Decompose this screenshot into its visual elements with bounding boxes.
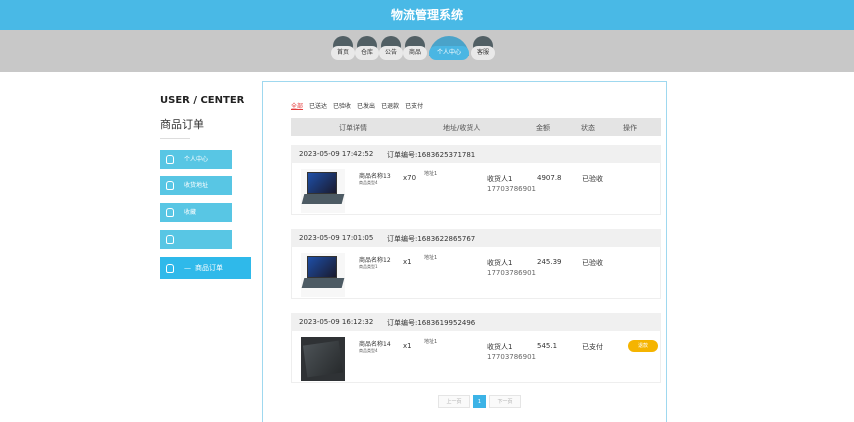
col-status: 状态 [581, 124, 595, 132]
filter-shipped[interactable]: 已发出 [357, 101, 375, 110]
col-order-details: 订单详情 [339, 124, 367, 132]
hand-icon [166, 181, 174, 190]
divider [160, 138, 190, 139]
product-image[interactable] [301, 169, 345, 213]
status-filter-tabs: 全部 已送达 已验收 已发出 已退款 已支付 [291, 101, 423, 110]
order-phone: 17703786901 [487, 185, 536, 193]
order-amount: 545.1 [537, 342, 558, 350]
order-date: 2023-05-09 16:12:32 [299, 318, 374, 326]
order-body: 商品名称13 商品类型4 x70 地址1 收货人1 17703786901 49… [291, 163, 661, 215]
sidebar-item-unknown[interactable]: 收藏 [160, 230, 232, 249]
nav-bar: 首页 仓库 公告 商品 个人中心 客服 [0, 30, 854, 72]
col-action: 操作 [623, 124, 637, 132]
order-status: 已支付 [582, 343, 603, 351]
nav-label: 公告 [379, 46, 403, 60]
nav-label: 仓库 [355, 46, 379, 60]
order-header: 2023-05-09 17:42:52 订单编号:1683625371781 [291, 145, 661, 163]
product-name[interactable]: 商品名称12 [359, 255, 391, 264]
product-slab [302, 340, 344, 378]
sidebar-item-label: 收藏 [184, 209, 197, 216]
order-header: 2023-05-09 17:01:05 订单编号:1683622865767 [291, 229, 661, 247]
nav-label: 首页 [331, 46, 355, 60]
product-qty: x70 [403, 174, 417, 182]
filter-delivered[interactable]: 已送达 [309, 101, 327, 110]
product-name[interactable]: 商品名称13 [359, 171, 391, 180]
nav-item-home[interactable]: 首页 [331, 36, 355, 60]
filter-all[interactable]: 全部 [291, 101, 303, 110]
hand-icon [166, 155, 174, 164]
page-subtitle: 商品订单 [160, 118, 204, 131]
sidebar-item-personal-center[interactable]: 个人中心 [160, 150, 232, 169]
nav-item-goods[interactable]: 商品 [403, 36, 427, 60]
laptop-screen [307, 256, 337, 278]
hand-icon [166, 263, 174, 273]
order-header: 2023-05-09 16:12:32 订单编号:1683619952496 [291, 313, 661, 331]
order-status: 已验收 [582, 259, 603, 267]
order-number: 订单编号:1683619952496 [387, 319, 476, 327]
sidebar-item-orders[interactable]: — 商品订单 [160, 257, 251, 279]
order-address: 地址1 [424, 339, 438, 345]
sidebar-item-label: 个人中心 [184, 156, 209, 163]
laptop-base [301, 194, 345, 204]
product-image[interactable] [301, 253, 345, 297]
table-header: 订单详情 地址/收货人 金额 状态 操作 [291, 118, 661, 136]
next-page-button[interactable]: 下一页 [489, 395, 521, 408]
nav-label: 个人中心 [429, 46, 469, 60]
laptop-screen [307, 172, 337, 194]
nav-item-personal-center[interactable]: 个人中心 [429, 36, 469, 60]
nav-menu: 首页 仓库 公告 商品 个人中心 客服 [331, 36, 495, 60]
sidebar-item-address[interactable]: 收货地址 [160, 176, 232, 195]
product-type: 商品类型4 [359, 180, 378, 185]
laptop-base [301, 278, 345, 288]
app-title: 物流管理系统 [0, 0, 854, 30]
col-address-receiver: 地址/收货人 [443, 124, 481, 132]
nav-item-warehouse[interactable]: 仓库 [355, 36, 379, 60]
order-receiver: 收货人1 [487, 175, 513, 183]
product-qty: x1 [403, 342, 412, 350]
refund-label: 退款 [637, 343, 648, 349]
order-address: 地址1 [424, 255, 438, 261]
product-type: 商品类型4 [359, 348, 378, 353]
col-amount: 金额 [536, 124, 550, 132]
hand-icon [166, 208, 174, 217]
nav-item-notice[interactable]: 公告 [379, 36, 403, 60]
order-body: 商品名称14 商品类型4 x1 地址1 收货人1 17703786901 545… [291, 331, 661, 383]
nav-label: 商品 [403, 46, 427, 60]
filter-refunded[interactable]: 已退款 [381, 101, 399, 110]
order-number: 订单编号:1683625371781 [387, 151, 476, 159]
nav-label: 客服 [471, 46, 495, 60]
order-date: 2023-05-09 17:01:05 [299, 234, 374, 242]
order-amount: 4907.8 [537, 174, 562, 182]
current-page[interactable]: 1 [473, 395, 486, 408]
user-center-heading: USER / CENTER [160, 95, 245, 106]
order-status: 已验收 [582, 175, 603, 183]
order-receiver: 收货人1 [487, 343, 513, 351]
sidebar-active-prefix: — [184, 263, 191, 272]
order-receiver: 收货人1 [487, 259, 513, 267]
order-body: 商品名称12 商品类型1 x1 地址1 收货人1 17703786901 245… [291, 247, 661, 299]
filter-paid[interactable]: 已支付 [405, 101, 423, 110]
product-name[interactable]: 商品名称14 [359, 339, 391, 348]
order-date: 2023-05-09 17:42:52 [299, 150, 374, 158]
sidebar-item-label: 商品订单 [195, 263, 223, 272]
order-amount: 245.39 [537, 258, 562, 266]
order-number: 订单编号:1683622865767 [387, 235, 476, 243]
pagination: 上一页 1 下一页 [438, 395, 521, 408]
sidebar-item-favorites[interactable]: 收藏 [160, 203, 232, 222]
sidebar-item-label: 收货地址 [184, 182, 209, 189]
refund-button[interactable]: 退款 [628, 340, 658, 352]
product-image[interactable] [301, 337, 345, 381]
product-qty: x1 [403, 258, 412, 266]
order-address: 地址1 [424, 171, 438, 177]
order-phone: 17703786901 [487, 353, 536, 361]
product-type: 商品类型1 [359, 264, 378, 269]
filter-accepted[interactable]: 已验收 [333, 101, 351, 110]
nav-item-service[interactable]: 客服 [471, 36, 495, 60]
prev-page-button[interactable]: 上一页 [438, 395, 470, 408]
order-phone: 17703786901 [487, 269, 536, 277]
hand-icon [166, 235, 174, 244]
